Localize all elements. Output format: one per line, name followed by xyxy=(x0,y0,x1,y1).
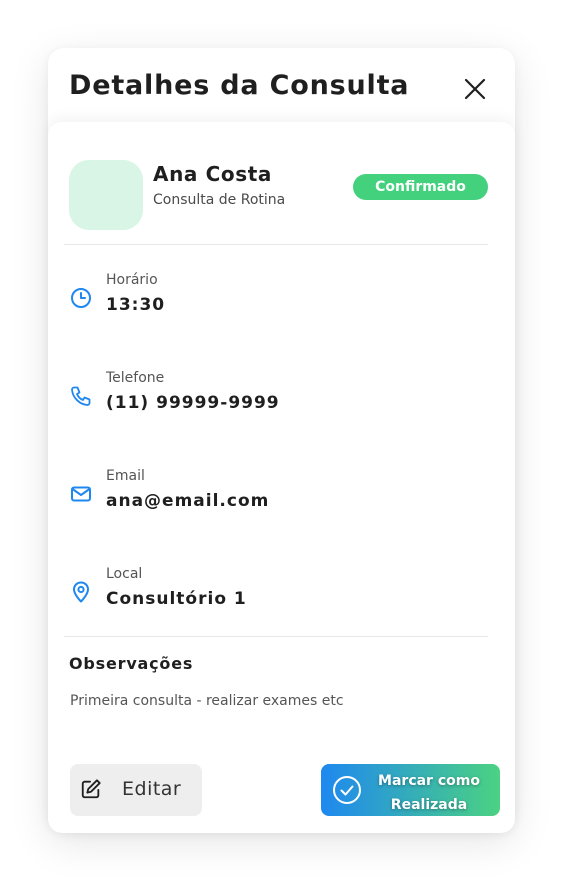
notes-title: Observações xyxy=(69,654,194,673)
edit-button[interactable]: Editar xyxy=(70,764,202,816)
divider xyxy=(64,244,488,245)
info-row-phone: Telefone (11) 99999-9999 xyxy=(48,370,515,430)
info-row-email: Email ana@email.com xyxy=(48,468,515,528)
notes-text: Primeira consulta - realizar exames etc xyxy=(70,693,344,709)
close-button[interactable] xyxy=(460,74,490,104)
info-value: 13:30 xyxy=(106,295,166,315)
mark-as-done-button[interactable]: Marcar como Realizada xyxy=(321,764,500,816)
mail-icon xyxy=(71,486,91,502)
location-pin-icon xyxy=(73,581,89,603)
clock-icon xyxy=(71,288,91,308)
edit-icon xyxy=(81,779,101,799)
avatar xyxy=(69,160,143,230)
check-circle-icon xyxy=(333,776,361,804)
phone-icon xyxy=(71,386,91,406)
appointment-type: Consulta de Rotina xyxy=(153,192,286,208)
mark-as-done-label: Marcar como Realizada xyxy=(367,769,491,817)
info-value: ana@email.com xyxy=(106,491,270,511)
modal-header: Detalhes da Consulta xyxy=(48,48,515,122)
divider xyxy=(64,636,488,637)
info-label: Local xyxy=(106,566,143,582)
modal-title: Detalhes da Consulta xyxy=(69,70,410,101)
info-label: Horário xyxy=(106,272,158,288)
info-label: Email xyxy=(106,468,145,484)
appointment-details-modal: Detalhes da Consulta Ana Costa Consulta … xyxy=(48,48,515,833)
close-icon xyxy=(464,78,486,100)
edit-button-label: Editar xyxy=(122,778,182,800)
mark-as-done-label-line2: Realizada xyxy=(390,797,468,813)
info-label: Telefone xyxy=(106,370,165,386)
mark-as-done-label-line1: Marcar como xyxy=(378,773,480,789)
patient-name: Ana Costa xyxy=(153,162,272,186)
details-card: Ana Costa Consulta de Rotina Confirmado … xyxy=(48,122,515,833)
info-value: (11) 99999-9999 xyxy=(106,393,280,413)
status-badge: Confirmado xyxy=(353,174,488,200)
info-row-time: Horário 13:30 xyxy=(48,272,515,332)
info-row-location: Local Consultório 1 xyxy=(48,566,515,626)
info-value: Consultório 1 xyxy=(106,589,247,609)
